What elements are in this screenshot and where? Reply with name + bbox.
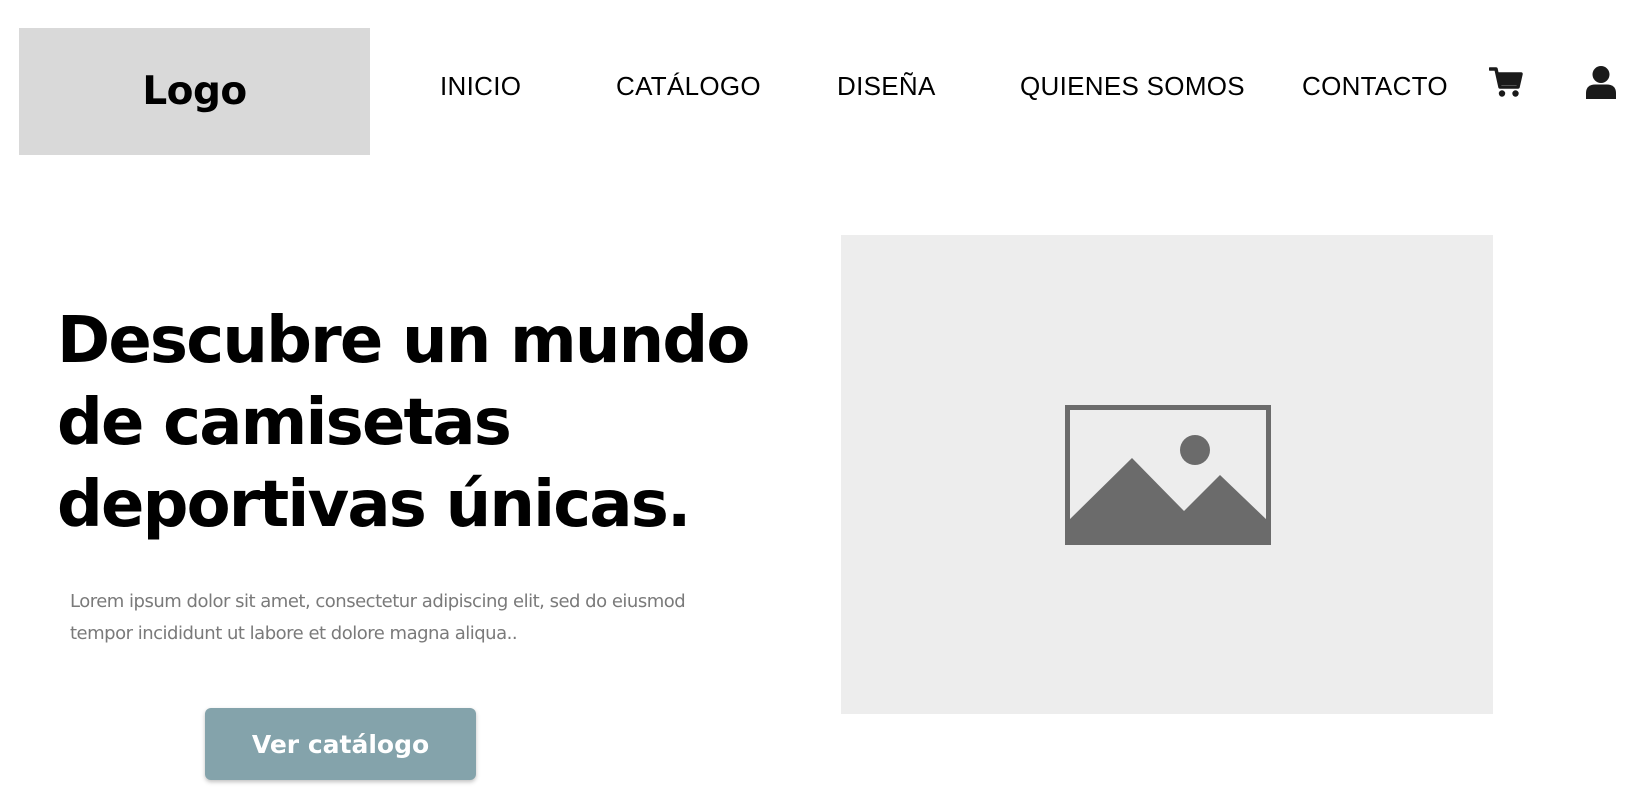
view-catalog-button[interactable]: Ver catálogo: [205, 708, 476, 780]
cart-icon[interactable]: [1488, 66, 1523, 103]
hero-image-placeholder: [841, 235, 1493, 714]
nav-item-catalogo[interactable]: CATÁLOGO: [616, 71, 761, 102]
nav-item-inicio[interactable]: INICIO: [440, 71, 521, 102]
nav-item-contacto[interactable]: CONTACTO: [1302, 71, 1448, 102]
nav-item-quienes-somos[interactable]: QUIENES SOMOS: [1020, 71, 1245, 102]
logo[interactable]: Logo: [19, 28, 370, 155]
hero-title: Descubre un mundo de camisetas deportiva…: [57, 304, 750, 542]
hero-description: Lorem ipsum dolor sit amet, consectetur …: [70, 591, 686, 644]
logo-text: Logo: [142, 69, 247, 114]
nav-item-disena[interactable]: DISEÑA: [837, 71, 936, 102]
user-icon[interactable]: [1585, 65, 1617, 104]
image-placeholder-icon: [1065, 405, 1271, 545]
